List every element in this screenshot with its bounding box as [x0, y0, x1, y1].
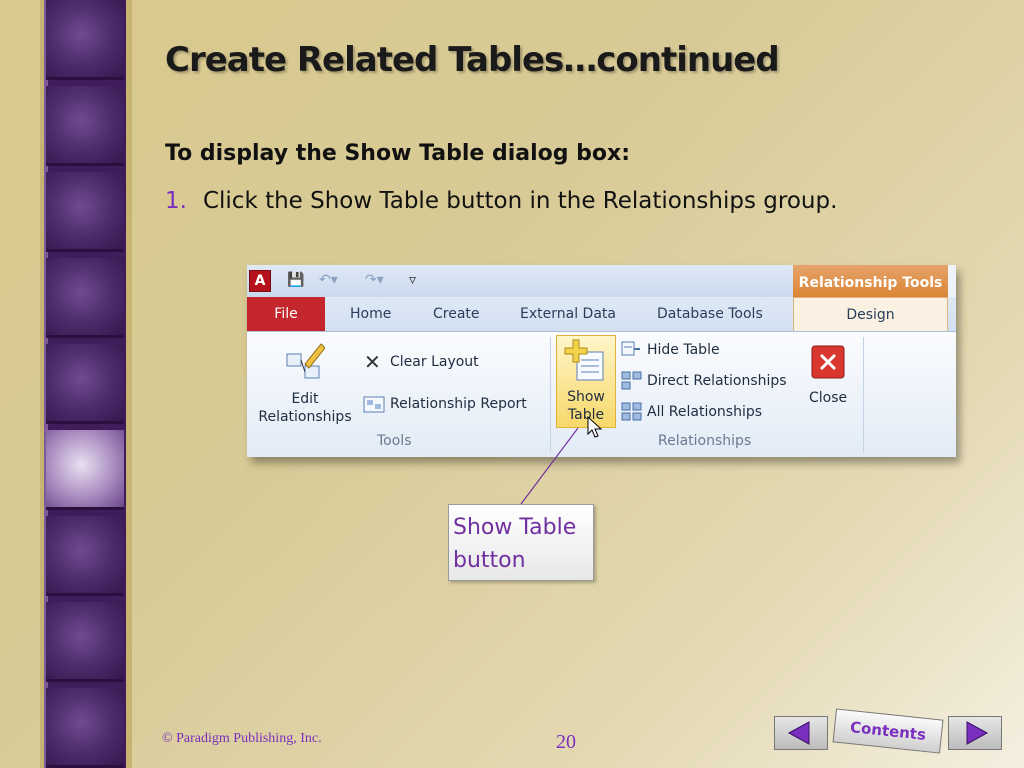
clear-layout-icon: ✕: [364, 350, 381, 374]
customize-qat-icon[interactable]: ▿: [409, 272, 416, 288]
strip-tile: [46, 344, 124, 424]
strip-tile: [46, 86, 124, 166]
mouse-cursor-icon: [587, 416, 603, 438]
step-item: 1. Click the Show Table button in the Rel…: [165, 188, 837, 214]
ribbon-body: Edit Relationships ✕ Clear Layout Relati…: [247, 332, 956, 457]
show-table-icon: [564, 339, 604, 381]
access-app-icon[interactable]: A: [249, 270, 271, 292]
relationship-tools-header: Relationship Tools: [793, 265, 948, 301]
group-label-relationships: Relationships: [658, 433, 752, 449]
tab-home[interactable]: Home: [350, 297, 391, 331]
step-number: 1.: [165, 188, 187, 214]
tab-file[interactable]: File: [247, 297, 325, 331]
strip-tile-highlight: [46, 430, 124, 510]
quick-access-toolbar: A 💾 ↶▾ ↷▾ ▿: [247, 265, 793, 297]
direct-relationships-button[interactable]: Direct Relationships: [647, 372, 787, 390]
strip-tile: [46, 688, 124, 768]
close-button[interactable]: Close: [809, 389, 847, 407]
tab-design[interactable]: Design: [793, 297, 948, 331]
group-separator: [550, 337, 551, 452]
callout-line2: button: [453, 548, 526, 573]
hide-table-icon: [621, 341, 640, 356]
edit-relationships-button[interactable]: Edit Relationships: [255, 390, 355, 426]
ribbon-tabs: File Home Create External Data Database …: [247, 297, 956, 332]
clear-layout-button[interactable]: Clear Layout: [390, 353, 479, 371]
edit-relationships-icon: [286, 343, 325, 379]
relationship-report-button[interactable]: Relationship Report: [390, 395, 527, 413]
contents-button[interactable]: Contents: [832, 708, 944, 754]
strip-tile: [46, 516, 124, 596]
hide-table-button[interactable]: Hide Table: [647, 341, 720, 359]
close-icon: [811, 345, 845, 379]
previous-slide-button[interactable]: [774, 716, 828, 750]
show-table-callout: Show Table button: [448, 504, 594, 581]
strip-tile: [46, 0, 124, 80]
save-icon[interactable]: 💾: [287, 272, 304, 288]
callout-line1: Show Table: [453, 515, 577, 540]
redo-icon[interactable]: ↷▾: [365, 272, 384, 288]
direct-relationships-icon: [621, 371, 642, 390]
ribbon-screenshot: A 💾 ↶▾ ↷▾ ▿ Relationship Tools File Home…: [247, 265, 956, 457]
group-separator: [863, 337, 864, 452]
show-table-button[interactable]: Show Table: [556, 335, 616, 438]
copyright-text: © Paradigm Publishing, Inc.: [162, 731, 322, 746]
page-number: 20: [556, 731, 576, 753]
arrow-right-icon: [966, 721, 989, 745]
strip-tile: [46, 172, 124, 252]
next-slide-button[interactable]: [948, 716, 1002, 750]
tab-create[interactable]: Create: [433, 297, 480, 331]
slide-subtitle: To display the Show Table dialog box:: [165, 141, 630, 166]
slide-title: Create Related Tables…continued: [165, 40, 780, 80]
undo-icon[interactable]: ↶▾: [319, 272, 338, 288]
all-relationships-button[interactable]: All Relationships: [647, 403, 762, 421]
strip-tile: [46, 258, 124, 338]
tab-external-data[interactable]: External Data: [520, 297, 616, 331]
strip-tile: [46, 602, 124, 682]
step-text: Click the Show Table button in the Relat…: [202, 188, 838, 214]
group-label-tools: Tools: [377, 433, 412, 449]
relationship-report-icon: [363, 396, 385, 413]
arrow-left-icon: [787, 721, 810, 745]
tab-database-tools[interactable]: Database Tools: [657, 297, 763, 331]
all-relationships-icon: [621, 402, 642, 421]
